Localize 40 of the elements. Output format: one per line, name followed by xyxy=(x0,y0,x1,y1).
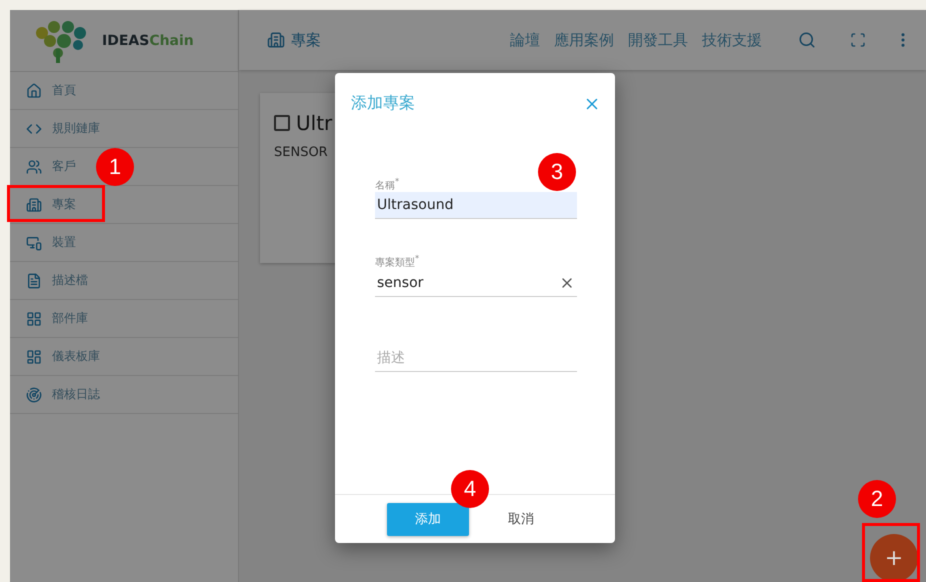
sidebar-item[interactable]: 儀表板庫 xyxy=(10,338,238,376)
field-label: 專案類型$^{*}$ xyxy=(375,253,420,270)
cancel-button[interactable]: 取消 xyxy=(491,502,551,536)
text-input[interactable]: Ultrasound xyxy=(377,197,575,214)
fullscreen-icon[interactable] xyxy=(850,32,866,48)
input-field[interactable]: Ultrasound xyxy=(375,192,577,220)
sidebar-icon xyxy=(26,196,42,212)
sidebar-item[interactable]: 首頁 xyxy=(10,72,238,110)
sidebar-icon xyxy=(26,386,42,402)
input-field[interactable]: sensor xyxy=(375,270,577,297)
checkbox[interactable] xyxy=(274,115,290,131)
nav-link[interactable]: 開發工具 xyxy=(628,30,688,50)
sidebar-item[interactable]: 規則鏈庫 xyxy=(10,110,238,148)
brand-name: IDEASChain xyxy=(102,32,194,48)
nav-link[interactable]: 技術支援 xyxy=(702,30,762,50)
page-title: 專案 xyxy=(291,30,321,50)
add-button[interactable]: 添加 xyxy=(387,502,469,536)
sidebar-icon xyxy=(26,158,42,174)
sidebar-item[interactable]: 部件庫 xyxy=(10,300,238,338)
sidebar-icon xyxy=(26,272,42,288)
building-icon xyxy=(267,31,285,49)
card-type: SENSOR xyxy=(274,145,328,160)
sidebar-item[interactable]: 專案 xyxy=(10,186,238,224)
search-icon[interactable] xyxy=(798,31,816,49)
field-label: 名稱$^{*}$ xyxy=(375,176,400,192)
nav-link[interactable]: 應用案例 xyxy=(554,30,614,50)
sidebar-icon xyxy=(26,82,42,98)
text-input[interactable]: 描述 xyxy=(377,350,575,366)
input-field[interactable]: 描述 xyxy=(375,344,577,372)
card-title: Ultr xyxy=(296,111,332,135)
sidebar-item[interactable]: 描述檔 xyxy=(10,262,238,300)
dialog-title: 添加專案 xyxy=(351,93,415,114)
sidebar-icon xyxy=(26,310,42,326)
sidebar-item[interactable]: 裝置 xyxy=(10,224,238,262)
sidebar-icon xyxy=(26,348,42,364)
sidebar-icon xyxy=(26,234,42,250)
highlight-frame xyxy=(862,523,920,582)
text-input[interactable]: sensor xyxy=(377,274,559,291)
nav-link[interactable]: 論壇 xyxy=(510,30,540,50)
sidebar-item[interactable]: 稽核日誌 xyxy=(10,376,238,414)
